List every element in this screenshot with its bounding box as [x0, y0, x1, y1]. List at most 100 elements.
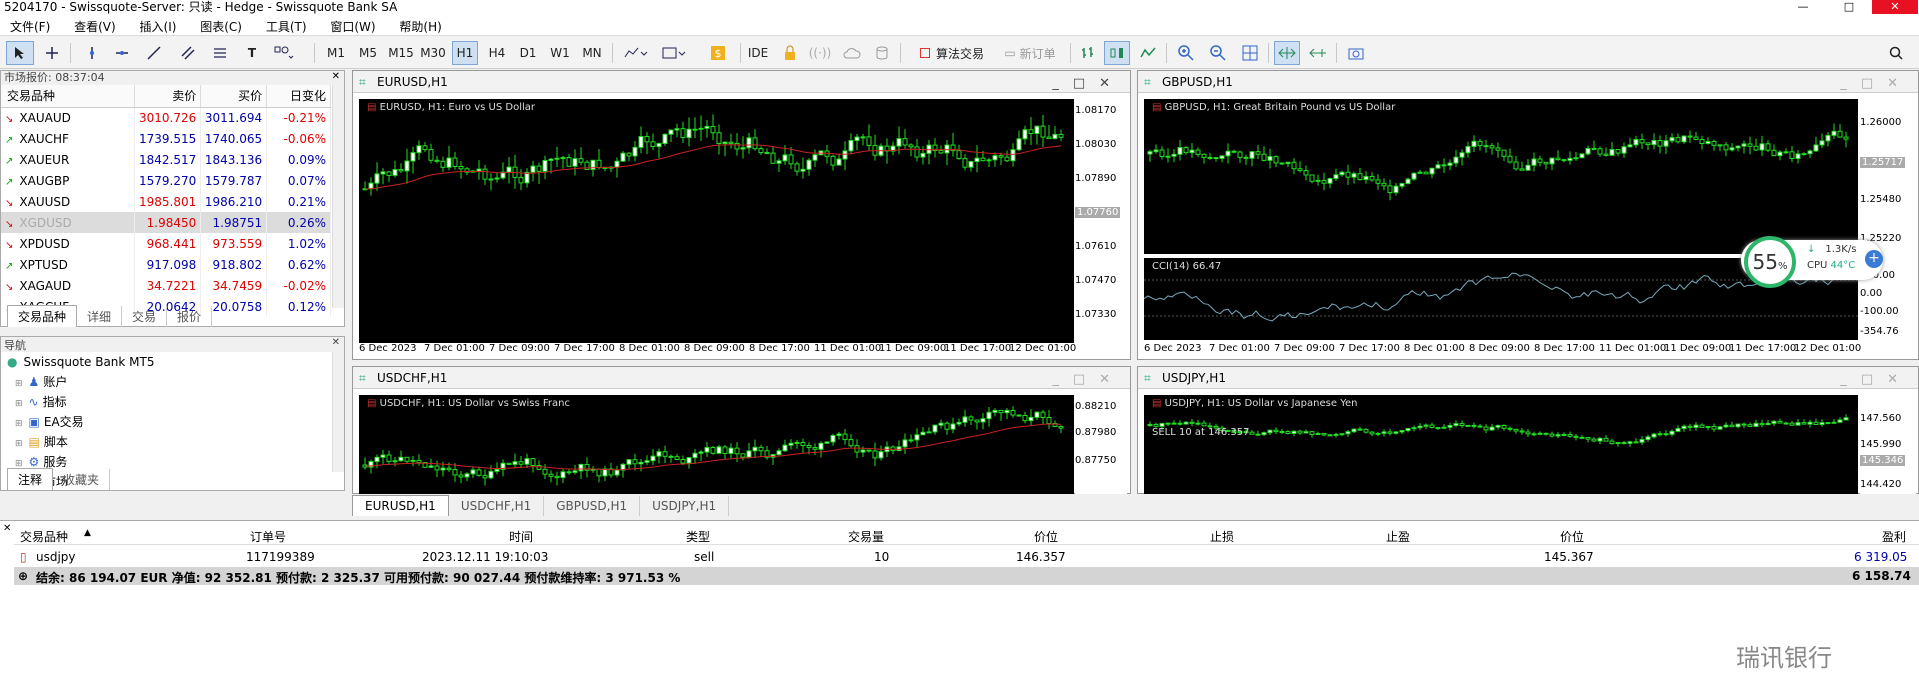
candlestick-icon[interactable]	[1104, 41, 1130, 65]
horizontal-line-icon[interactable]	[110, 41, 134, 65]
window-buttons[interactable]: _□✕	[1840, 73, 1912, 95]
tf-mn[interactable]: MN	[578, 41, 606, 65]
new-order-button[interactable]: ▭ 新订单	[996, 41, 1064, 65]
window-buttons[interactable]: _□✕	[1052, 369, 1124, 391]
chart-plot-usdjpy[interactable]: ▤ USDJPY, H1: US Dollar vs Japanese Yen …	[1144, 395, 1858, 495]
minimize-button[interactable]: —	[1780, 0, 1826, 14]
tab-gbpusd[interactable]: GBPUSD,H1	[544, 496, 641, 516]
market-row[interactable]: ↘ XGDUSD 1.98450 1.98751 0.26%	[1, 212, 331, 233]
market-row[interactable]: ↘ XPDUSD 968.441 973.559 1.02%	[1, 233, 331, 254]
tf-h1[interactable]: H1	[452, 41, 478, 65]
market-row[interactable]: ↘ XAUUSD 1985.801 1986.210 0.21%	[1, 191, 331, 212]
cursor-icon[interactable]	[6, 41, 34, 65]
menu-help[interactable]: 帮助(H)	[389, 16, 451, 35]
expand-icon[interactable]: ⊕	[18, 569, 28, 583]
chart-plot-gbpusd[interactable]: ▤ GBPUSD, H1: Great Britain Pound vs US …	[1144, 99, 1858, 254]
tab-details[interactable]: 详细	[77, 306, 123, 327]
nav-indicators[interactable]: ⊞ ∿ 指标	[1, 392, 344, 412]
autoscroll-icon[interactable]	[1274, 41, 1300, 65]
search-icon[interactable]	[1884, 41, 1908, 65]
tab-usdchf[interactable]: USDCHF,H1	[449, 496, 545, 516]
chart-window-eurusd[interactable]: ⌗ EURUSD,H1 _□✕ ▤ EURUSD, H1: Euro vs US D…	[352, 70, 1131, 360]
ide-button[interactable]: IDE	[746, 41, 770, 65]
market-row[interactable]: ↘ XAGAUD 34.7221 34.7459 -0.02%	[1, 275, 331, 296]
tab-eurusd[interactable]: EURUSD,H1	[352, 495, 449, 516]
col-profit[interactable]: 盈利	[1882, 528, 1906, 545]
trendline-icon[interactable]	[142, 41, 166, 65]
zoom-out-icon[interactable]	[1206, 41, 1230, 65]
market-row[interactable]: ↗ XAUGBP 1579.270 1579.787 0.07%	[1, 170, 331, 191]
grid-icon[interactable]	[1238, 41, 1262, 65]
menu-insert[interactable]: 插入(I)	[130, 16, 187, 35]
menu-window[interactable]: 窗口(W)	[320, 16, 385, 35]
navigator-scrollbar[interactable]	[332, 352, 344, 472]
tab-trading[interactable]: 交易	[122, 306, 168, 327]
col-change[interactable]: 日变化	[266, 85, 331, 108]
tab-common[interactable]: 注释	[7, 468, 54, 490]
add-icon[interactable]: +	[1865, 250, 1883, 268]
chart-plot-eurusd[interactable]: ▤ EURUSD, H1: Euro vs US Dollar	[359, 99, 1074, 353]
tab-ticks[interactable]: 报价	[167, 306, 213, 327]
dollar-icon[interactable]: $	[706, 41, 730, 65]
menu-tools[interactable]: 工具(T)	[256, 16, 317, 35]
col-bid[interactable]: 卖价	[134, 85, 202, 108]
tf-d1[interactable]: D1	[515, 41, 541, 65]
bar-chart-icon[interactable]	[1076, 41, 1100, 65]
line-chart-icon[interactable]	[1136, 41, 1160, 65]
text-icon[interactable]: T	[240, 41, 264, 65]
market-scrollbar[interactable]	[332, 85, 344, 308]
tf-m1[interactable]: M1	[322, 41, 350, 65]
tab-favorites[interactable]: 收藏夹	[53, 469, 111, 490]
fibonacci-icon[interactable]	[208, 41, 232, 65]
database-icon[interactable]	[870, 41, 894, 65]
col-symbol[interactable]: 交易品种	[1, 85, 136, 108]
tf-m15[interactable]: M15	[386, 41, 416, 65]
close-icon[interactable]: ✕	[332, 71, 340, 82]
tf-h4[interactable]: H4	[484, 41, 510, 65]
chart-plot-usdchf[interactable]: ▤ USDCHF, H1: US Dollar vs Swiss Franc	[359, 395, 1074, 495]
col-volume[interactable]: 交易量	[848, 528, 884, 545]
tf-w1[interactable]: W1	[547, 41, 573, 65]
col-ticket[interactable]: 订单号	[250, 528, 286, 545]
chart-type-icon[interactable]	[620, 41, 652, 65]
signal-icon[interactable]: ((·))	[808, 41, 832, 65]
lock-icon[interactable]	[778, 41, 802, 65]
order-row[interactable]: ▯ usdjpy 117199389 2023.12.11 19:10:03 s…	[14, 547, 1919, 567]
screenshot-icon[interactable]	[1344, 41, 1368, 65]
tf-m5[interactable]: M5	[354, 41, 382, 65]
vertical-line-icon[interactable]	[80, 41, 104, 65]
shapes-icon[interactable]	[270, 41, 298, 65]
window-buttons[interactable]: _□✕	[1840, 369, 1912, 391]
col-type[interactable]: 类型	[686, 528, 710, 545]
market-row[interactable]: ↘ XAUAUD 3010.726 3011.694 -0.21%	[1, 107, 331, 128]
zoom-in-icon[interactable]	[1174, 41, 1198, 65]
template-icon[interactable]	[658, 41, 690, 65]
nav-root[interactable]: ● Swissquote Bank MT5	[1, 352, 344, 372]
cloud-icon[interactable]	[840, 41, 864, 65]
menu-chart[interactable]: 图表(C)	[190, 16, 252, 35]
crosshair-icon[interactable]	[40, 41, 64, 65]
col-ask[interactable]: 买价	[200, 85, 268, 108]
col-sl[interactable]: 止损	[1210, 528, 1234, 545]
algo-trading-button[interactable]: 算法交易	[912, 41, 992, 65]
col-tp[interactable]: 止盈	[1386, 528, 1410, 545]
col-open-price[interactable]: 价位	[1034, 528, 1058, 545]
chart-window-gbpusd[interactable]: ⌗ GBPUSD,H1 _□✕ ▤ GBPUSD, H1: Great Britai…	[1137, 70, 1919, 360]
col-price[interactable]: 价位	[1560, 528, 1584, 545]
nav-experts[interactable]: ⊞ ▣ EA交易	[1, 412, 344, 432]
chart-shift-icon[interactable]	[1306, 41, 1330, 65]
window-buttons[interactable]: _□✕	[1052, 73, 1124, 95]
market-row[interactable]: ↗ XAUCHF 1739.515 1740.065 -0.06%	[1, 128, 331, 149]
maximize-button[interactable]: □	[1826, 0, 1872, 14]
col-time[interactable]: 时间	[509, 528, 533, 545]
channel-icon[interactable]	[176, 41, 200, 65]
market-row[interactable]: ↗ XAUEUR 1842.517 1843.136 0.09%	[1, 149, 331, 170]
menu-file[interactable]: 文件(F)	[0, 16, 60, 35]
col-symbol[interactable]: 交易品种	[20, 528, 68, 545]
market-row[interactable]: ↗ XPTUSD 917.098 918.802 0.62%	[1, 254, 331, 275]
tab-usdjpy[interactable]: USDJPY,H1	[640, 496, 730, 516]
close-icon[interactable]: ✕	[3, 523, 11, 534]
menu-view[interactable]: 查看(V)	[64, 16, 126, 35]
chart-window-usdjpy[interactable]: ⌗ USDJPY,H1 _□✕ ▤ USDJPY, H1: US Dollar vs…	[1137, 366, 1919, 495]
nav-accounts[interactable]: ⊞ ♟ 账户	[1, 372, 344, 392]
